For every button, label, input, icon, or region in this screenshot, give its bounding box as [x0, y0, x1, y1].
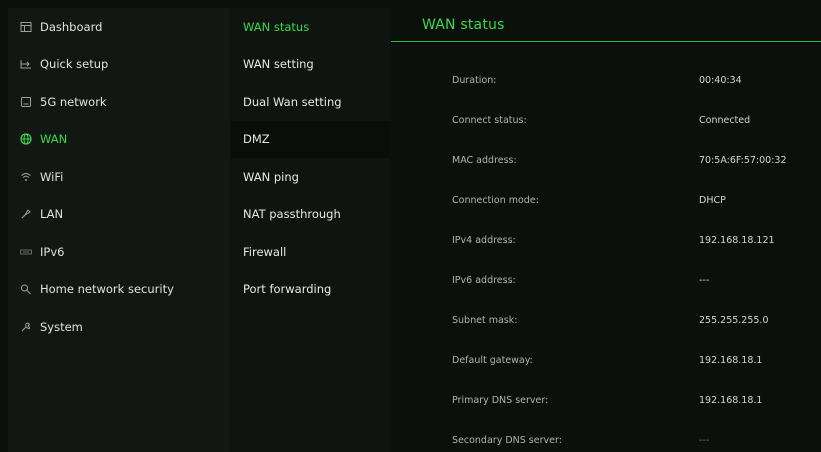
status-value: ---: [699, 274, 710, 286]
sidebar-item-label: Dashboard: [40, 19, 103, 34]
status-list: Duration: 00:40:34 Connect status: Conne…: [391, 42, 821, 452]
subnav-item-nat-passthrough[interactable]: NAT passthrough: [231, 196, 390, 234]
sidebar-item-lan[interactable]: LAN: [8, 196, 230, 234]
status-label: Duration:: [452, 74, 497, 86]
sidebar-item-dashboard[interactable]: Dashboard: [8, 8, 230, 46]
sidebar-item-label: IPv6: [40, 244, 65, 259]
status-row-subnet-mask: Subnet mask: 255.255.255.0: [391, 300, 821, 340]
subnav-item-dmz[interactable]: DMZ: [231, 120, 390, 158]
status-value: 255.255.255.0: [699, 314, 769, 326]
status-label: Primary DNS server:: [452, 394, 549, 406]
router-admin-app: Dashboard Quick setup 5G network WAN WiF…: [0, 0, 821, 452]
status-row-duration: Duration: 00:40:34: [391, 60, 821, 100]
status-value: Connected: [699, 114, 751, 126]
wan-subnav: WAN status WAN setting Dual Wan setting …: [231, 8, 390, 452]
status-value: 70:5A:6F:57:00:32: [699, 154, 787, 166]
sidebar-item-label: LAN: [40, 207, 64, 222]
status-label: Subnet mask:: [452, 314, 518, 326]
primary-sidebar: Dashboard Quick setup 5G network WAN WiF…: [8, 8, 230, 452]
status-value: ---: [699, 434, 710, 446]
sidebar-item-label: WAN: [40, 132, 68, 147]
status-label: Connection mode:: [452, 194, 539, 206]
subnav-item-dual-wan-setting[interactable]: Dual Wan setting: [231, 83, 390, 121]
status-label: IPv4 address:: [452, 234, 516, 246]
ipv6-icon: [20, 246, 32, 258]
status-row-mac-address: MAC address: 70:5A:6F:57:00:32: [391, 140, 821, 180]
status-row-connection-mode: Connection mode: DHCP: [391, 180, 821, 220]
panel-header: WAN status: [391, 8, 821, 42]
status-row-secondary-dns: Secondary DNS server: ---: [391, 420, 821, 452]
sidebar-item-system[interactable]: System: [8, 308, 230, 346]
sidebar-item-wan[interactable]: WAN: [8, 121, 230, 159]
security-icon: [20, 283, 32, 295]
status-label: IPv6 address:: [452, 274, 516, 286]
status-row-connect-status: Connect status: Connected: [391, 100, 821, 140]
status-row-default-gateway: Default gateway: 192.168.18.1: [391, 340, 821, 380]
status-label: Connect status:: [452, 114, 527, 126]
sidebar-item-quick-setup[interactable]: Quick setup: [8, 46, 230, 84]
subnav-item-wan-setting[interactable]: WAN setting: [231, 46, 390, 84]
status-value: DHCP: [699, 194, 726, 206]
sidebar-item-5g-network[interactable]: 5G network: [8, 83, 230, 121]
sidebar-item-label: Quick setup: [40, 57, 109, 72]
globe-icon: [20, 133, 32, 145]
subnav-item-wan-ping[interactable]: WAN ping: [231, 158, 390, 196]
dashboard-icon: [20, 21, 32, 33]
subnav-item-port-forwarding[interactable]: Port forwarding: [231, 271, 390, 309]
sidebar-item-ipv6[interactable]: IPv6: [8, 233, 230, 271]
sidebar-item-label: System: [40, 319, 83, 334]
wan-status-panel: WAN status Duration: 00:40:34 Connect st…: [391, 8, 821, 452]
system-icon: [20, 321, 32, 333]
sidebar-item-home-network-security[interactable]: Home network security: [8, 271, 230, 309]
status-label: MAC address:: [452, 154, 517, 166]
status-label: Secondary DNS server:: [452, 434, 562, 446]
quick-setup-icon: [20, 58, 32, 70]
sidebar-item-wifi[interactable]: WiFi: [8, 158, 230, 196]
status-label: Default gateway:: [452, 354, 533, 366]
status-value: 00:40:34: [699, 74, 742, 86]
lan-icon: [20, 208, 32, 220]
sidebar-item-label: WiFi: [40, 169, 64, 184]
status-value: 192.168.18.121: [699, 234, 775, 246]
status-row-ipv4-address: IPv4 address: 192.168.18.121: [391, 220, 821, 260]
sidebar-item-label: 5G network: [40, 94, 107, 109]
subnav-item-firewall[interactable]: Firewall: [231, 233, 390, 271]
page-title: WAN status: [422, 16, 505, 33]
status-value: 192.168.18.1: [699, 354, 763, 366]
subnav-item-wan-status[interactable]: WAN status: [231, 8, 390, 46]
status-row-ipv6-address: IPv6 address: ---: [391, 260, 821, 300]
sidebar-item-label: Home network security: [40, 282, 174, 297]
status-value: 192.168.18.1: [699, 394, 763, 406]
status-row-primary-dns: Primary DNS server: 192.168.18.1: [391, 380, 821, 420]
wifi-icon: [20, 171, 32, 183]
network-icon: [20, 96, 32, 108]
